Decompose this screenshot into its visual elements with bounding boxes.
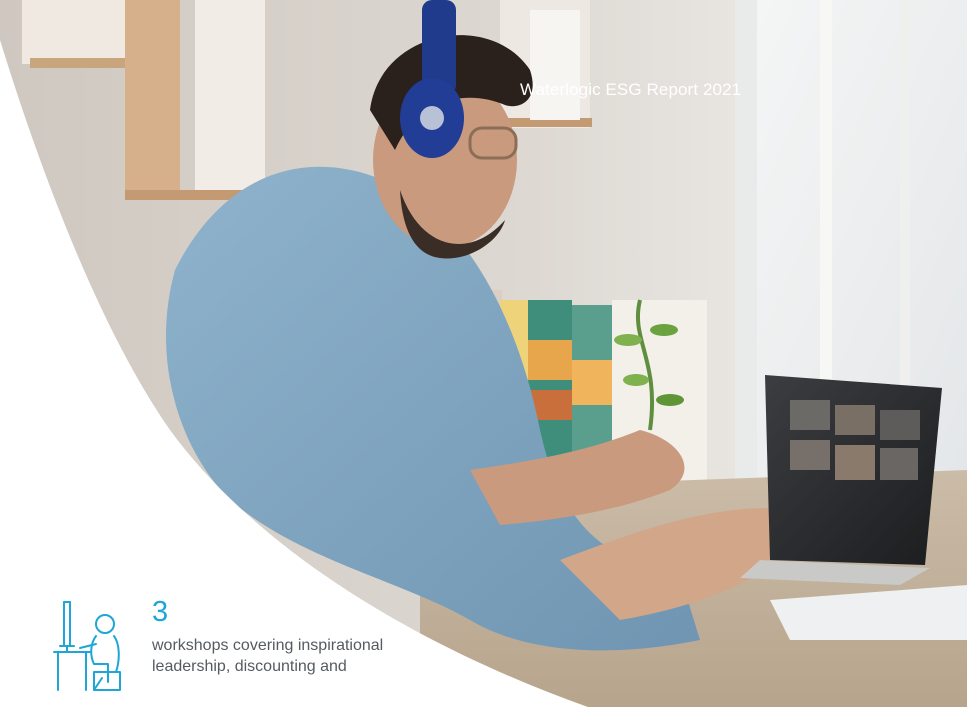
hero-photo	[0, 0, 967, 707]
stat-number: 3	[152, 596, 169, 628]
stat-description-line: workshops covering inspirational	[152, 637, 384, 654]
person-at-desk-icon	[53, 601, 121, 691]
report-page: Waterlogic ESG Report 2021 3 workshops c…	[0, 0, 967, 707]
stat-description: workshops covering inspirational leaders…	[152, 635, 482, 677]
report-title: Waterlogic ESG Report 2021	[520, 80, 742, 99]
stat-description-line: leadership, discounting and	[152, 658, 347, 675]
